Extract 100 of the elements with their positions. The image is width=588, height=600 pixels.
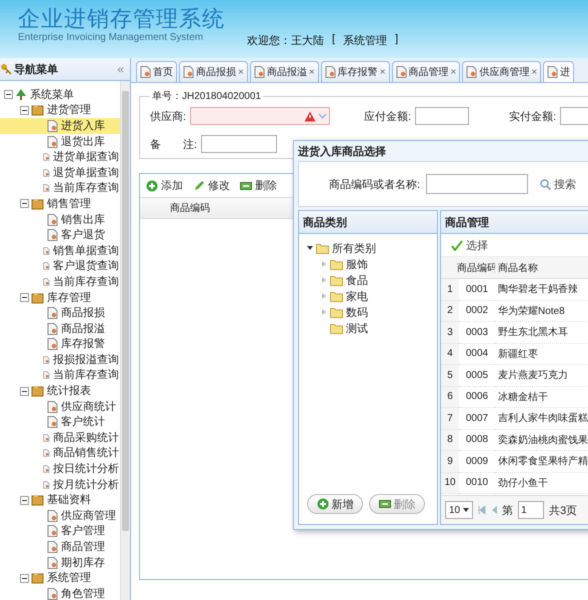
expand-toggle-icon[interactable] <box>4 90 13 100</box>
document-icon <box>43 244 50 257</box>
menu-item[interactable]: 进货单据查询 <box>0 149 120 165</box>
tab[interactable]: 商品管理 × <box>392 61 460 82</box>
menu-item[interactable]: 商品销售统计 <box>0 446 120 462</box>
menu-item[interactable]: 退货单据查询 <box>0 164 120 181</box>
menu-item[interactable]: 客户管理 <box>0 524 120 540</box>
expand-toggle-icon[interactable] <box>20 106 29 115</box>
expand-toggle-icon[interactable] <box>20 199 29 208</box>
menu-item[interactable]: 期初库存 <box>0 554 120 570</box>
category-item[interactable]: 数码 <box>307 304 437 320</box>
tab[interactable]: 库存报警 × <box>320 61 390 82</box>
document-icon <box>43 463 50 476</box>
tab[interactable]: 商品报损 × <box>179 61 248 82</box>
system-link[interactable]: 系统管理 <box>343 33 388 48</box>
scrollbar[interactable] <box>120 81 130 600</box>
category-item[interactable]: 所有类别 <box>307 240 437 256</box>
tab[interactable]: 首页 <box>136 61 177 82</box>
close-icon[interactable]: × <box>308 66 315 78</box>
menu-item[interactable]: 商品采购统计 <box>0 430 120 446</box>
document-icon <box>396 66 407 78</box>
category-item[interactable]: 家电 <box>307 288 437 304</box>
page-input[interactable]: 1 <box>518 501 544 519</box>
menu-item[interactable]: 进货管理 <box>0 102 120 118</box>
previous-page-icon[interactable] <box>491 506 498 514</box>
minus-icon <box>240 180 252 190</box>
menu-item[interactable]: 客户退货查询 <box>0 258 120 274</box>
menu-item[interactable]: 库存报警 <box>0 336 120 352</box>
menu-item[interactable]: 商品管理 <box>0 539 120 555</box>
menu-item[interactable]: 角色管理 <box>0 586 120 600</box>
caret-down-icon[interactable] <box>307 245 313 251</box>
supplier-combo[interactable] <box>190 107 330 125</box>
sidebar-title: 导航菜单 <box>14 62 58 76</box>
expand-toggle-icon[interactable] <box>20 386 29 396</box>
menu-item[interactable]: 进货入库 <box>0 118 120 134</box>
tab[interactable]: 商品报溢 × <box>250 61 319 82</box>
menu-item[interactable]: 按月统计分析 <box>0 476 120 492</box>
menu-item[interactable]: 销售单据查询 <box>0 242 120 259</box>
folder-icon <box>31 494 44 506</box>
menu-item[interactable]: 客户统计 <box>0 414 120 430</box>
menu-item[interactable]: 系统管理 <box>0 570 120 586</box>
menu-item[interactable]: 供应商统计 <box>0 398 120 414</box>
category-item[interactable]: 服饰 <box>307 256 437 272</box>
menu-item[interactable]: 基础资料 <box>0 492 120 508</box>
menu-item[interactable]: 销售出库 <box>0 212 120 228</box>
menu-item[interactable]: 统计报表 <box>0 383 120 399</box>
table-cell: 新疆红枣 <box>495 344 588 365</box>
row-number: 4 <box>441 344 459 365</box>
close-icon[interactable]: × <box>380 66 386 78</box>
menu-item[interactable]: 商品报溢 <box>0 320 120 336</box>
caret-right-icon[interactable] <box>321 277 327 283</box>
menu-item[interactable]: 当前库存查询 <box>0 180 120 196</box>
row-number: 5 <box>441 365 459 386</box>
menu-item[interactable]: 库存管理 <box>0 290 120 306</box>
menu-item[interactable]: 系统菜单 <box>0 87 120 103</box>
expand-toggle-icon[interactable] <box>20 496 29 505</box>
document-icon <box>47 120 58 132</box>
expand-toggle-icon[interactable] <box>20 293 29 302</box>
menu-item[interactable]: 客户退货 <box>0 227 120 243</box>
search-button[interactable]: 搜索 <box>534 176 582 192</box>
menu-item[interactable]: 当前库存查询 <box>0 274 120 290</box>
panel-title: 商品管理 <box>441 211 588 234</box>
field-label: 供应商: <box>150 110 186 124</box>
page-size-select[interactable]: 10 <box>445 501 474 519</box>
menu-item[interactable]: 退货出库 <box>0 134 120 150</box>
tab[interactable]: 进 <box>543 61 574 82</box>
category-item[interactable]: 食品 <box>307 272 437 288</box>
menu-item[interactable]: 报损报溢查询 <box>0 352 120 368</box>
menu-item[interactable]: 当前库存查询 <box>0 368 120 384</box>
toolbar-button[interactable]: 添加 <box>146 178 183 193</box>
caret-down-icon <box>463 508 470 512</box>
select-button[interactable]: 选择 <box>445 236 494 254</box>
close-icon[interactable]: × <box>531 66 538 78</box>
toolbar-button[interactable]: 修改 <box>193 178 230 193</box>
page-label: 第 <box>502 504 514 518</box>
search-field[interactable] <box>426 174 528 194</box>
first-page-icon[interactable] <box>478 506 486 514</box>
close-icon[interactable]: × <box>450 66 456 78</box>
table-cell: 冰糖金桔干 <box>495 386 588 408</box>
row-number: 8 <box>441 430 459 451</box>
add-button[interactable]: 新增 <box>307 494 363 514</box>
menu-item[interactable]: 商品报损 <box>0 305 120 321</box>
caret-right-icon[interactable] <box>321 309 327 315</box>
input-field[interactable] <box>201 135 278 153</box>
toolbar-button[interactable]: 删除 <box>240 178 277 193</box>
caret-right-icon[interactable] <box>321 293 327 299</box>
category-item[interactable]: 测试 <box>307 320 437 336</box>
expand-toggle-icon[interactable] <box>20 574 29 583</box>
tab[interactable]: 供应商管理 × <box>462 61 542 82</box>
menu-item[interactable]: 供应商管理 <box>0 508 120 524</box>
field-label: 实付金额: <box>509 110 556 124</box>
bracket: ] <box>395 33 398 47</box>
folder-icon <box>31 572 44 584</box>
input-field[interactable] <box>415 107 470 125</box>
folder-icon <box>330 322 343 334</box>
document-icon <box>43 151 50 164</box>
caret-right-icon[interactable] <box>321 261 327 267</box>
menu-item[interactable]: 按日统计分析 <box>0 461 120 477</box>
menu-item[interactable]: 销售管理 <box>0 196 120 212</box>
close-icon[interactable]: × <box>238 66 244 78</box>
